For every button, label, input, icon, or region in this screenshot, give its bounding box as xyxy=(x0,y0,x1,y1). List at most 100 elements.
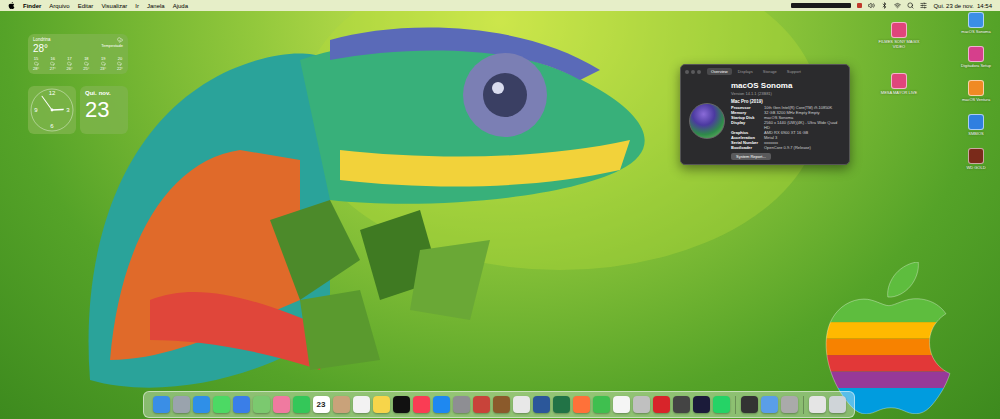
dock-app-icon[interactable] xyxy=(741,396,758,413)
calendar-month: nov. xyxy=(99,89,111,97)
menu-item[interactable]: Ajuda xyxy=(173,3,188,9)
apple-menu-icon[interactable] xyxy=(8,2,15,9)
about-window[interactable]: OverviewDisplaysStorageSupportmacOS Sono… xyxy=(680,64,850,165)
bluetooth-icon[interactable] xyxy=(881,2,888,9)
status-app-icon[interactable] xyxy=(857,3,862,8)
hour-time: 17 xyxy=(67,56,71,61)
spec-label: Processor xyxy=(731,105,761,110)
spec-value: xxxxxxx xyxy=(764,140,778,145)
minimize-button[interactable] xyxy=(691,70,695,74)
dock-app-icon[interactable] xyxy=(809,396,826,413)
svg-text:12: 12 xyxy=(49,90,56,96)
spec-value: OpenCore 0.9.7 (Release) xyxy=(764,145,811,150)
control-center-icon[interactable] xyxy=(920,2,927,9)
desktop-icon-label: SMBIOS xyxy=(968,131,984,136)
menu-left: Finder Arquivo Editar Visualizar Ir Janela Aju… xyxy=(8,2,188,9)
spec-row: Memory32 GB 3200 MHz Empty Empty xyxy=(731,110,841,115)
dock-app-icon[interactable] xyxy=(173,396,190,413)
desktop-icon[interactable]: SMBIOS xyxy=(954,114,998,136)
menu-item[interactable]: Finder xyxy=(23,3,41,9)
cloud-icon xyxy=(84,61,89,66)
dock-app-icon[interactable] xyxy=(333,396,350,413)
clock-widget[interactable]: 12369 xyxy=(28,86,76,134)
menu-item[interactable]: Arquivo xyxy=(49,3,69,9)
desktop-icon[interactable]: macOS Ventura xyxy=(954,80,998,102)
weather-condition: Tempestade xyxy=(101,43,123,48)
spec-value: 32 GB 3200 MHz Empty Empty xyxy=(764,110,820,115)
hour-temp: 27° xyxy=(50,66,56,71)
search-icon[interactable] xyxy=(907,2,914,9)
hour-temp: 28° xyxy=(33,66,39,71)
dock-app-icon[interactable] xyxy=(473,396,490,413)
dock-app-icon[interactable] xyxy=(273,396,290,413)
desktop-icon[interactable]: FILMES SONY MAGIX VIDEO xyxy=(877,22,921,49)
menu-item[interactable]: Ir xyxy=(135,3,139,9)
zoom-button[interactable] xyxy=(697,70,701,74)
desktop-icon[interactable]: Digitadora Setup xyxy=(954,46,998,68)
wifi-icon[interactable] xyxy=(894,2,901,9)
tab[interactable]: Displays xyxy=(734,68,757,75)
dock-app-icon[interactable] xyxy=(693,396,710,413)
file-icon xyxy=(891,22,907,38)
volume-icon[interactable] xyxy=(868,2,875,9)
storm-icon xyxy=(117,37,123,43)
spec-value: 10th Gen Intel(R) Core(TM) i9-10850K xyxy=(764,105,832,110)
close-button[interactable] xyxy=(685,70,689,74)
menu-item[interactable]: Visualizar xyxy=(101,3,127,9)
dock-app-icon[interactable] xyxy=(353,396,370,413)
weather-widget[interactable]: Londrina28°Tempestade1528°1627°1726°1825… xyxy=(28,34,128,74)
spec-value: 2560 x 1440 (UW)(4K) - Ultra Wide Quad H… xyxy=(764,120,841,130)
weather-hours: 1528°1627°1726°1825°1923°2022° xyxy=(33,56,123,71)
dock-app-icon[interactable] xyxy=(253,396,270,413)
desktop-icon[interactable]: WD GOLD xyxy=(954,148,998,170)
file-icon xyxy=(968,148,984,164)
dock-app-icon[interactable] xyxy=(533,396,550,413)
about-body: macOS SonomaVersion 14.1.1 (23B81)Mac Pr… xyxy=(681,75,849,164)
weather-condition-box: Tempestade xyxy=(101,37,123,48)
dock-app-icon[interactable] xyxy=(673,396,690,413)
menu-item[interactable]: Janela xyxy=(147,3,165,9)
weather-hour: 1726° xyxy=(67,56,73,71)
tab[interactable]: Storage xyxy=(759,68,781,75)
desktop-icon-label: macOS Sonoma xyxy=(961,29,990,34)
dock-app-icon[interactable] xyxy=(633,396,650,413)
dock-app-icon[interactable] xyxy=(593,396,610,413)
dock-app-icon[interactable] xyxy=(493,396,510,413)
dock-app-icon[interactable] xyxy=(433,396,450,413)
menu-clock[interactable]: Qui. 23 de nov. 14:54 xyxy=(933,3,992,9)
dock-app-icon[interactable] xyxy=(713,396,730,413)
dock-app-icon[interactable] xyxy=(829,396,846,413)
dock-app-icon[interactable] xyxy=(413,396,430,413)
traffic-lights xyxy=(685,70,701,74)
dock-app-icon[interactable] xyxy=(653,396,670,413)
clock-face-icon: 12369 xyxy=(28,86,76,134)
status-bar-app-icon[interactable] xyxy=(791,3,851,8)
tab[interactable]: Overview xyxy=(707,68,732,75)
dock-app-icon[interactable] xyxy=(153,396,170,413)
dock-app-icon[interactable] xyxy=(213,396,230,413)
dock-app-icon[interactable] xyxy=(193,396,210,413)
sonoma-logo-icon xyxy=(689,103,725,139)
dock-app-icon[interactable] xyxy=(613,396,630,413)
tab[interactable]: Support xyxy=(783,68,805,75)
dock-app-icon[interactable]: 23 xyxy=(313,396,330,413)
dock-app-icon[interactable] xyxy=(573,396,590,413)
desktop-icon[interactable]: MESA MAYOR LIVE xyxy=(877,73,921,95)
dock-app-icon[interactable] xyxy=(233,396,250,413)
hour-time: 20 xyxy=(118,56,122,61)
dock-app-icon[interactable] xyxy=(393,396,410,413)
dock-app-icon[interactable] xyxy=(293,396,310,413)
dock-app-icon[interactable] xyxy=(761,396,778,413)
system-report-button[interactable]: System Report... xyxy=(731,153,771,160)
desktop-icon[interactable]: macOS Sonoma xyxy=(954,12,998,34)
calendar-widget[interactable]: Qui.nov.23 xyxy=(80,86,128,134)
dock-app-icon[interactable] xyxy=(553,396,570,413)
dock-app-icon[interactable] xyxy=(453,396,470,413)
svg-text:3: 3 xyxy=(66,107,70,113)
calendar-weekday: Qui. xyxy=(85,89,97,97)
spec-value: Metal 3 xyxy=(764,135,777,140)
dock-app-icon[interactable] xyxy=(373,396,390,413)
dock-app-icon[interactable] xyxy=(781,396,798,413)
menu-item[interactable]: Editar xyxy=(78,3,94,9)
dock-app-icon[interactable] xyxy=(513,396,530,413)
